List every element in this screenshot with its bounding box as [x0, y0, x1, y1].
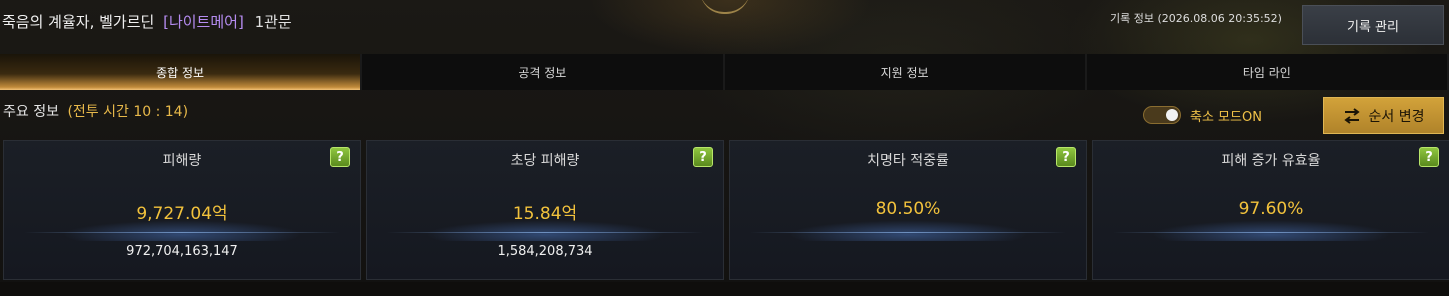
toggle-knob: [1166, 109, 1178, 121]
help-icon[interactable]: ?: [1056, 147, 1076, 167]
difficulty-tag: [나이트메어]: [163, 13, 244, 31]
stat-card-dps: 초당 피해량 ? 15.84억 1,584,208,734: [366, 140, 724, 280]
battle-time: (전투 시간 10 : 14): [67, 104, 189, 120]
gate-label: 1관문: [254, 13, 292, 31]
help-icon[interactable]: ?: [1419, 147, 1439, 167]
card-value: 9,727.04억: [136, 204, 228, 224]
card-raw-value: 972,704,163,147: [126, 244, 238, 259]
summary-header: 주요 정보 (전투 시간 10 : 14): [3, 101, 188, 121]
help-icon[interactable]: ?: [330, 147, 350, 167]
record-info: 기록 정보 (2026.08.06 20:35:52): [1110, 12, 1282, 25]
record-manage-button[interactable]: 기록 관리: [1302, 5, 1444, 45]
change-order-button[interactable]: 순서 변경: [1323, 97, 1444, 134]
tab-timeline[interactable]: 타임 라인: [1086, 54, 1449, 90]
card-title: 치명타 적중률: [867, 153, 949, 169]
compact-mode-label: 축소 모드ON: [1190, 110, 1262, 125]
card-title: 피해량: [162, 153, 202, 169]
divider: [1113, 232, 1429, 233]
swap-arrows-icon: [1343, 107, 1361, 124]
tab-attack[interactable]: 공격 정보: [362, 54, 725, 90]
card-raw-value: 1,584,208,734: [497, 244, 593, 259]
boss-name: 죽음의 계율자, 벨가르딘: [2, 13, 155, 31]
stat-card-damage: 피해량 ? 9,727.04억 972,704,163,147: [3, 140, 361, 280]
divider: [24, 232, 340, 233]
stat-card-damage-increase-efficiency: 피해 증가 유효율 ? 97.60%: [1092, 140, 1449, 280]
header: 죽음의 계율자, 벨가르딘 [나이트메어] 1관문 기록 정보 (2026.08…: [0, 0, 1449, 50]
tab-support[interactable]: 지원 정보: [724, 54, 1087, 90]
change-order-label: 순서 변경: [1368, 108, 1425, 125]
divider: [750, 232, 1066, 233]
tab-overview[interactable]: 종합 정보: [0, 54, 363, 90]
card-title: 피해 증가 유효율: [1221, 153, 1321, 169]
card-value: 97.60%: [1238, 199, 1304, 219]
compact-mode-toggle[interactable]: [1143, 106, 1181, 124]
card-value: 15.84억: [512, 204, 578, 224]
divider: [387, 232, 703, 233]
bottom-edge: [0, 282, 1449, 296]
tab-bar: 종합 정보 공격 정보 지원 정보 타임 라인: [0, 54, 1449, 90]
help-icon[interactable]: ?: [693, 147, 713, 167]
card-title: 초당 피해량: [510, 153, 580, 169]
summary-label: 주요 정보: [3, 104, 59, 120]
raid-title: 죽음의 계율자, 벨가르딘 [나이트메어] 1관문: [2, 11, 292, 32]
card-value: 80.50%: [875, 199, 941, 219]
stat-card-crit-rate: 치명타 적중률 ? 80.50%: [729, 140, 1087, 280]
